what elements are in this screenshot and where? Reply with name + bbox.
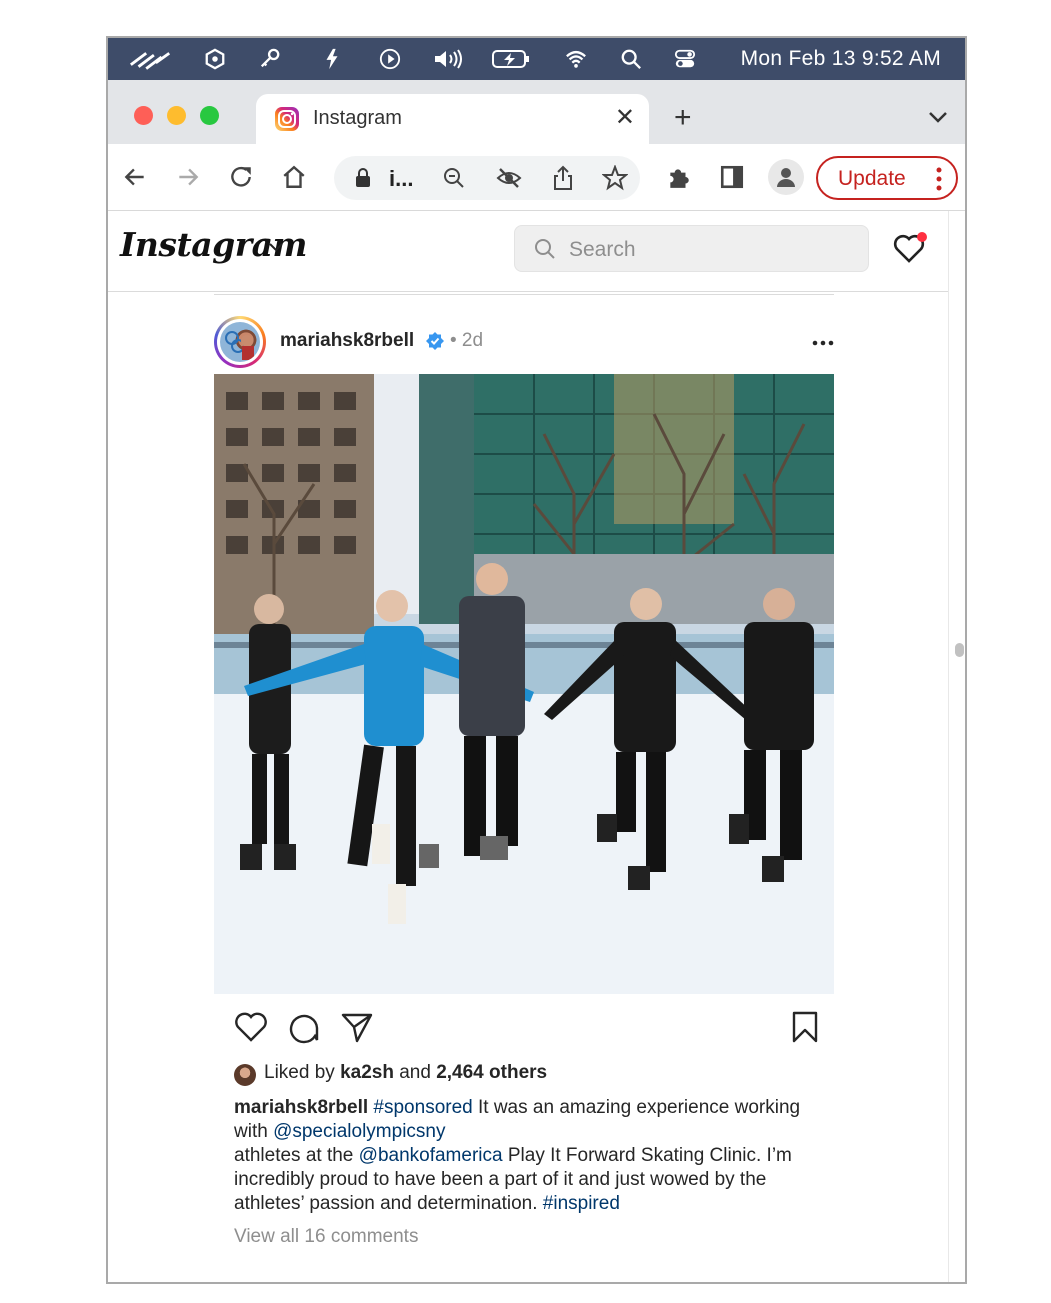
- url-text[interactable]: i...: [389, 166, 413, 192]
- volume-icon[interactable]: [430, 46, 466, 72]
- comment-icon[interactable]: [286, 1010, 320, 1044]
- hexagon-icon[interactable]: [201, 46, 229, 72]
- address-bar[interactable]: i...: [334, 156, 640, 200]
- side-panel-icon[interactable]: [717, 162, 747, 192]
- eye-off-icon[interactable]: [496, 166, 522, 190]
- search-box[interactable]: [514, 225, 869, 272]
- tab-strip: Instagram ✕ +: [108, 80, 965, 144]
- more-vert-icon[interactable]: [936, 167, 942, 191]
- menubar-clock[interactable]: Mon Feb 13 9:52 AM: [741, 47, 941, 71]
- search-input[interactable]: [567, 234, 851, 266]
- browser-window: Mon Feb 13 9:52 AM Instagram ✕ + i... Up…: [106, 36, 967, 1284]
- home-icon[interactable]: [279, 162, 309, 192]
- more-options-icon[interactable]: [812, 340, 834, 346]
- post-username[interactable]: mariahsk8rbell: [280, 330, 414, 352]
- key-icon[interactable]: [256, 46, 284, 72]
- liked-and-label: and: [399, 1062, 431, 1083]
- play-icon[interactable]: [376, 46, 404, 72]
- forward-icon[interactable]: [173, 162, 203, 192]
- chevron-down-icon[interactable]: [268, 241, 284, 253]
- caption-username[interactable]: mariahsk8rbell: [234, 1097, 368, 1118]
- update-button[interactable]: Update: [816, 156, 958, 200]
- post-time[interactable]: • 2d: [450, 330, 483, 352]
- liked-by-user[interactable]: ka2sh: [340, 1062, 394, 1083]
- search-icon[interactable]: [617, 46, 645, 72]
- zoom-window-button[interactable]: [200, 106, 219, 125]
- profile-icon: [777, 168, 795, 187]
- control-center-icon[interactable]: [671, 46, 699, 72]
- back-icon[interactable]: [120, 162, 150, 192]
- extensions-icon[interactable]: [664, 162, 694, 192]
- mention-bankofamerica[interactable]: @bankofamerica: [359, 1145, 503, 1166]
- save-bookmark-icon[interactable]: [788, 1010, 822, 1044]
- notifications-heart-icon[interactable]: [893, 231, 929, 265]
- share-paper-plane-icon[interactable]: [340, 1010, 374, 1044]
- wifi-icon[interactable]: [562, 46, 590, 72]
- reload-icon[interactable]: [226, 162, 256, 192]
- post-actions: [234, 1010, 834, 1050]
- battery-icon[interactable]: [490, 46, 532, 72]
- divider: [214, 294, 834, 295]
- post-photo[interactable]: [214, 374, 834, 994]
- scrollbar-thumb[interactable]: [955, 643, 964, 657]
- browser-toolbar: i... Update: [108, 144, 965, 211]
- liked-by-avatar[interactable]: [234, 1064, 256, 1086]
- close-window-button[interactable]: [134, 106, 153, 125]
- hashtag-sponsored[interactable]: #sponsored: [373, 1097, 472, 1118]
- lock-icon[interactable]: [354, 168, 372, 188]
- minimize-window-button[interactable]: [167, 106, 186, 125]
- share-icon[interactable]: [552, 165, 574, 191]
- scrollbar[interactable]: [948, 211, 965, 1282]
- star-icon[interactable]: [602, 165, 628, 191]
- tab-instagram[interactable]: Instagram ✕: [256, 94, 649, 144]
- instagram-icon: [275, 107, 299, 131]
- mention-specialolympicsny[interactable]: @specialolympicsny: [273, 1121, 445, 1142]
- caption-text: athletes at the: [234, 1145, 359, 1166]
- tab-title: Instagram: [313, 107, 402, 129]
- hashtag-inspired[interactable]: #inspired: [543, 1193, 620, 1214]
- new-tab-button[interactable]: +: [674, 103, 692, 133]
- liked-others-count[interactable]: 2,464 others: [436, 1062, 547, 1083]
- liked-by-text[interactable]: Liked by ka2sh and 2,464 others: [264, 1062, 547, 1084]
- zoom-out-icon[interactable]: [442, 166, 466, 190]
- post-header: mariahsk8rbell • 2d: [214, 312, 834, 370]
- verified-badge-icon: [426, 332, 444, 350]
- post-caption: mariahsk8rbell #sponsored It was an amaz…: [234, 1096, 824, 1216]
- liked-by-label: Liked by: [264, 1062, 335, 1083]
- bolt-icon[interactable]: [318, 46, 346, 72]
- chevron-down-icon[interactable]: [927, 108, 949, 126]
- like-heart-icon[interactable]: [234, 1010, 268, 1044]
- mac-menubar: Mon Feb 13 9:52 AM: [108, 38, 965, 80]
- search-icon: [535, 239, 555, 259]
- profile-avatar[interactable]: [768, 159, 804, 195]
- update-label: Update: [838, 167, 906, 190]
- avatar[interactable]: [214, 316, 266, 368]
- view-comments-link[interactable]: View all 16 comments: [234, 1226, 418, 1248]
- instagram-header: Instagram: [108, 211, 948, 292]
- close-tab-icon[interactable]: ✕: [615, 105, 635, 131]
- bank-icon[interactable]: [126, 46, 176, 72]
